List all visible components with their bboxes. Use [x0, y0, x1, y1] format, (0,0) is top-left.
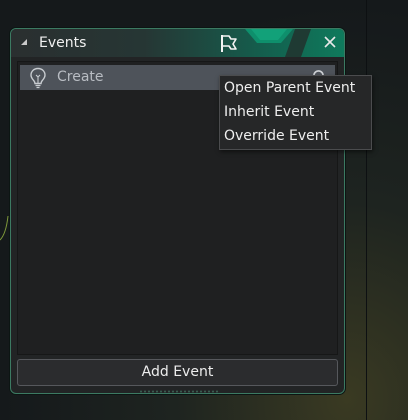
add-event-button[interactable]: Add Event [17, 359, 338, 386]
resize-grip[interactable] [139, 390, 219, 393]
flag-icon[interactable] [219, 33, 239, 53]
collapse-arrow-icon[interactable] [21, 39, 27, 45]
titlebar-accent-stripe [285, 29, 311, 57]
menu-item-open-parent-event[interactable]: Open Parent Event [224, 80, 355, 96]
panel-titlebar[interactable]: Events [11, 29, 344, 57]
context-menu: Open Parent Event Inherit Event Override… [219, 75, 372, 150]
menu-item-override-event[interactable]: Override Event [224, 128, 329, 144]
event-item-label: Create [57, 69, 104, 85]
menu-item-inherit-event[interactable]: Inherit Event [224, 104, 314, 120]
panel-title: Events [39, 35, 87, 51]
background-divider [366, 0, 367, 420]
close-icon[interactable] [323, 35, 337, 49]
lightbulb-icon [30, 67, 46, 89]
